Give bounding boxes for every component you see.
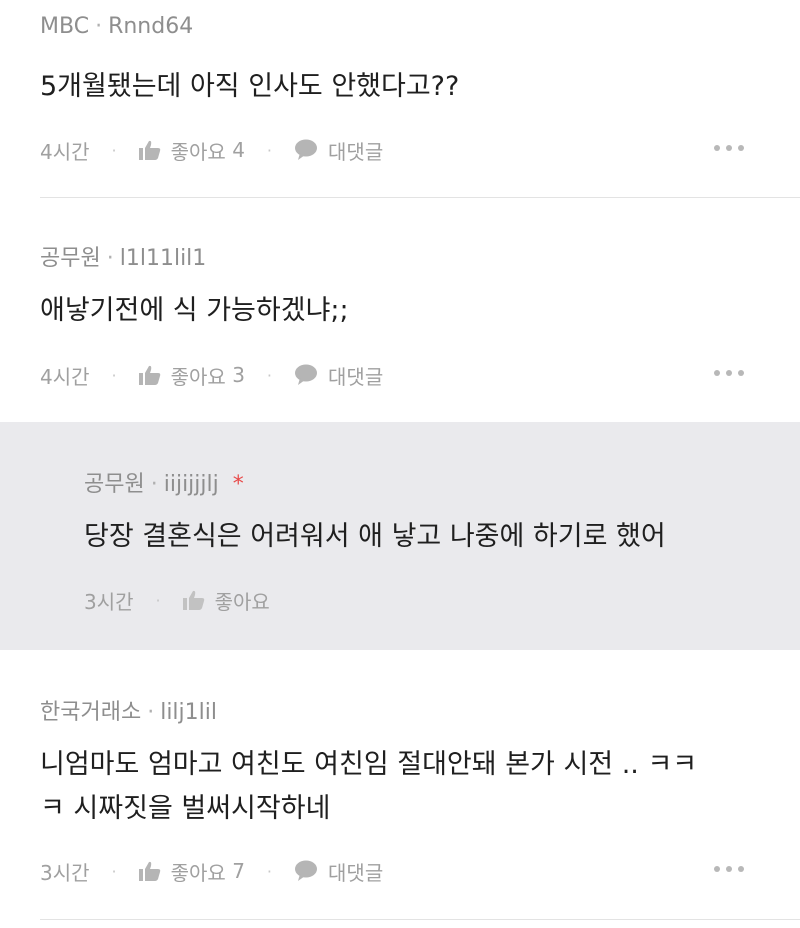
like-count: 4 [232, 138, 245, 162]
more-options-icon[interactable] [714, 145, 744, 151]
like-button[interactable]: 좋아요 4 [138, 136, 245, 165]
comment-author[interactable]: Rnnd64 [108, 14, 193, 39]
more-options-icon[interactable] [714, 866, 744, 872]
more-options-icon[interactable] [714, 370, 744, 376]
action-separator: · [266, 861, 273, 881]
comment-author[interactable]: iijijjjlj [164, 472, 219, 497]
like-label: 좋아요 [170, 860, 226, 885]
speech-bubble-icon [295, 860, 318, 881]
comment-item: 공무원 · l1l11lil1 애낳기전에 식 가능하겠냐;; 4시간 · 좋아요 … [40, 198, 800, 422]
meta-separator: · [147, 700, 155, 725]
like-label: 좋아요 [170, 364, 226, 389]
like-button[interactable]: 좋아요 3 [138, 361, 245, 390]
meta-separator: · [150, 472, 158, 497]
reply-label: 대댓글 [328, 139, 384, 164]
like-label: 좋아요 [170, 139, 226, 164]
like-button[interactable]: 좋아요 [182, 586, 270, 615]
reply-button[interactable]: 대댓글 [294, 361, 383, 390]
comment-time: 4시간 [40, 139, 90, 164]
like-count: 3 [232, 363, 245, 387]
comment-group: MBC [40, 14, 90, 39]
comment-actions: 3시간 · 좋아요 [84, 585, 760, 615]
like-button[interactable]: 좋아요 7 [138, 857, 245, 886]
thumbs-up-icon [138, 861, 160, 881]
author-flag: * [232, 472, 244, 497]
comment-actions: 3시간 · 좋아요 7 · 대댓글 [40, 856, 760, 886]
like-label: 좋아요 [214, 589, 270, 614]
comment-group: 공무원 [84, 472, 145, 497]
reply-button[interactable]: 대댓글 [294, 857, 383, 886]
comment-meta: MBC · Rnnd64 [40, 14, 193, 39]
action-separator: · [155, 590, 161, 610]
comment-time: 4시간 [40, 364, 90, 389]
comment-author[interactable]: l1l11lil1 [120, 246, 207, 271]
meta-separator: · [95, 14, 103, 39]
comment-meta: 공무원 · l1l11lil1 [40, 240, 206, 272]
comment-text: 당장 결혼식은 어려워서 애 낳고 나중에 하기로 했어 [84, 521, 666, 552]
thumbs-up-icon [138, 365, 160, 385]
comment-text-line-1: 니엄마도 엄마고 여친도 여친임 절대안돼 본가 시전 .. ㅋㅋ [40, 749, 698, 780]
comment-time: 3시간 [40, 860, 90, 885]
speech-bubble-icon [295, 139, 318, 160]
like-count: 7 [232, 859, 245, 883]
reply-comment-item: 공무원 · iijijjjlj * 당장 결혼식은 어려워서 애 낳고 나중에 하기로… [0, 422, 800, 650]
comment-meta: 공무원 · iijijjjlj * [84, 466, 244, 498]
reply-label: 대댓글 [328, 364, 384, 389]
action-separator: · [111, 365, 117, 385]
comment-group: 공무원 [40, 246, 101, 271]
comment-text-line-2: ㅋ 시짜짓을 벌써시작하네 [40, 793, 331, 824]
comment-actions: 4시간 · 좋아요 3 · 대댓글 [40, 360, 760, 390]
comment-item: MBC · Rnnd64 5개월됐는데 아직 인사도 안했다고?? 4시간 · 좋아… [40, 0, 800, 198]
comment-author[interactable]: lilj1lil [160, 700, 217, 725]
reply-label: 대댓글 [328, 860, 384, 885]
speech-bubble-icon [295, 364, 318, 385]
comment-item: 한국거래소 · lilj1lil 니엄마도 엄마고 여친도 여친임 절대안돼 본가 … [40, 650, 800, 920]
thumbs-up-icon [138, 140, 160, 160]
comment-group: 한국거래소 [40, 700, 142, 725]
comment-actions: 4시간 · 좋아요 4 · 대댓글 [40, 135, 760, 165]
reply-button[interactable]: 대댓글 [294, 136, 383, 165]
meta-separator: · [106, 246, 114, 271]
thumbs-up-icon [182, 590, 204, 610]
action-separator: · [266, 365, 273, 385]
comment-text: 애낳기전에 식 가능하겠냐;; [40, 295, 349, 326]
action-separator: · [111, 140, 117, 160]
action-separator: · [266, 140, 273, 160]
action-separator: · [111, 861, 117, 881]
comment-text: 5개월됐는데 아직 인사도 안했다고?? [40, 71, 460, 102]
comment-time: 3시간 [84, 589, 134, 614]
comment-meta: 한국거래소 · lilj1lil [40, 694, 217, 726]
